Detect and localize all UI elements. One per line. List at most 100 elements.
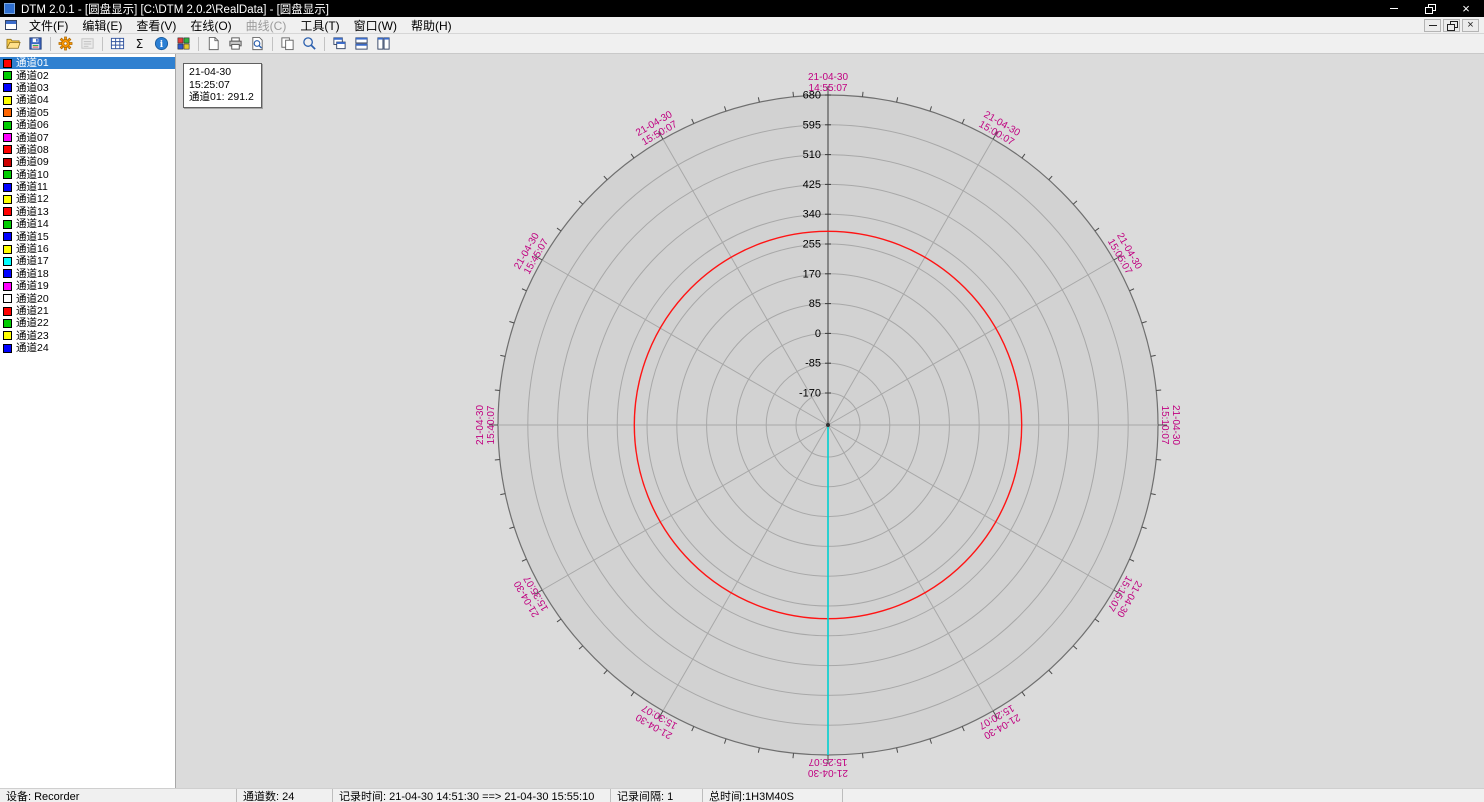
restore-button[interactable] xyxy=(1412,0,1448,17)
channel-item-22[interactable]: 通道22 xyxy=(0,317,175,329)
channel-item-10[interactable]: 通道10 xyxy=(0,169,175,181)
svg-text:425: 425 xyxy=(803,179,821,191)
svg-text:21-04-3014:55:07: 21-04-3014:55:07 xyxy=(808,72,848,94)
palette-icon[interactable] xyxy=(173,35,194,53)
svg-text:340: 340 xyxy=(803,209,821,221)
tile-horizontal-icon[interactable] xyxy=(351,35,372,53)
channel-item-4[interactable]: 通道04 xyxy=(0,94,175,106)
status-bar: 设备: Recorder 通道数: 24 记录时间: 21-04-30 14:5… xyxy=(0,788,1484,802)
channel-item-2[interactable]: 通道02 xyxy=(0,69,175,81)
zoom-icon[interactable] xyxy=(299,35,320,53)
export-data-icon[interactable] xyxy=(25,35,46,53)
svg-text:21-04-3015:25:07: 21-04-3015:25:07 xyxy=(808,756,848,778)
channel-color-swatch xyxy=(3,83,12,92)
window-title: DTM 2.0.1 - [圆盘显示] [C:\DTM 2.0.2\RealDat… xyxy=(21,1,329,17)
mdi-minimize-button[interactable] xyxy=(1424,19,1441,32)
channel-label: 通道06 xyxy=(16,119,49,131)
menu-file[interactable]: 文件(F) xyxy=(22,16,75,35)
sigma-icon[interactable]: Σ xyxy=(129,35,150,53)
status-record-interval: 记录间隔: 1 xyxy=(611,789,703,802)
channel-item-8[interactable]: 通道08 xyxy=(0,144,175,156)
channel-item-1[interactable]: 通道01 xyxy=(0,57,175,69)
channel-item-15[interactable]: 通道15 xyxy=(0,230,175,242)
menu-edit[interactable]: 编辑(E) xyxy=(75,16,129,35)
mdi-restore-button[interactable] xyxy=(1443,19,1460,32)
disk-chart[interactable]: 680595510425340255170850-85-17021-04-301… xyxy=(176,54,1484,788)
svg-text:85: 85 xyxy=(809,298,821,310)
minimize-button[interactable] xyxy=(1376,0,1412,17)
channel-item-19[interactable]: 通道19 xyxy=(0,280,175,292)
channel-label: 通道01 xyxy=(16,57,49,69)
minimize-icon xyxy=(1390,8,1398,9)
new-page-icon[interactable] xyxy=(203,35,224,53)
channel-item-21[interactable]: 通道21 xyxy=(0,305,175,317)
channel-item-20[interactable]: 通道20 xyxy=(0,292,175,304)
svg-text:21-04-3015:40:07: 21-04-3015:40:07 xyxy=(475,405,497,445)
channel-color-swatch xyxy=(3,245,12,254)
channel-label: 通道18 xyxy=(16,268,49,280)
channel-item-24[interactable]: 通道24 xyxy=(0,342,175,354)
channel-label: 通道07 xyxy=(16,132,49,144)
mdi-close-button[interactable]: × xyxy=(1462,19,1479,32)
channel-color-swatch xyxy=(3,96,12,105)
channel-label: 通道19 xyxy=(16,280,49,292)
menu-window[interactable]: 窗口(W) xyxy=(347,16,404,35)
status-device: 设备: Recorder xyxy=(0,789,237,802)
mdi-child-window-icon xyxy=(5,20,17,30)
channel-color-swatch xyxy=(3,207,12,216)
status-total-time: 总时间:1H3M40S xyxy=(703,789,843,802)
channel-color-swatch xyxy=(3,331,12,340)
menu-tools[interactable]: 工具(T) xyxy=(293,16,346,35)
restore-icon xyxy=(1447,21,1457,30)
svg-text:510: 510 xyxy=(803,149,821,161)
channel-label: 通道03 xyxy=(16,82,49,94)
channel-color-swatch xyxy=(3,170,12,179)
channel-list: 通道01通道02通道03通道04通道05通道06通道07通道08通道09通道10… xyxy=(0,54,176,788)
channel-color-swatch xyxy=(3,158,12,167)
menu-online[interactable]: 在线(O) xyxy=(183,16,238,35)
copy-icon[interactable] xyxy=(277,35,298,53)
print-icon[interactable] xyxy=(225,35,246,53)
cascade-windows-icon[interactable] xyxy=(329,35,350,53)
channel-item-14[interactable]: 通道14 xyxy=(0,218,175,230)
channel-item-7[interactable]: 通道07 xyxy=(0,131,175,143)
channel-config-icon xyxy=(77,35,98,53)
toolbar: Σi xyxy=(0,34,1484,54)
channel-label: 通道09 xyxy=(16,156,49,168)
channel-item-17[interactable]: 通道17 xyxy=(0,255,175,267)
toolbar-separator xyxy=(272,37,273,51)
table-icon[interactable] xyxy=(107,35,128,53)
channel-color-swatch xyxy=(3,71,12,80)
channel-item-12[interactable]: 通道12 xyxy=(0,193,175,205)
channel-label: 通道12 xyxy=(16,193,49,205)
svg-text:Σ: Σ xyxy=(136,37,144,51)
channel-item-13[interactable]: 通道13 xyxy=(0,206,175,218)
channel-item-3[interactable]: 通道03 xyxy=(0,82,175,94)
menu-view[interactable]: 查看(V) xyxy=(129,16,183,35)
menu-help[interactable]: 帮助(H) xyxy=(404,16,459,35)
channel-item-5[interactable]: 通道05 xyxy=(0,107,175,119)
open-folder-icon[interactable] xyxy=(3,35,24,53)
print-preview-icon[interactable] xyxy=(247,35,268,53)
settings-gear-icon[interactable] xyxy=(55,35,76,53)
channel-item-16[interactable]: 通道16 xyxy=(0,243,175,255)
channel-color-swatch xyxy=(3,145,12,154)
channel-color-swatch xyxy=(3,269,12,278)
channel-item-6[interactable]: 通道06 xyxy=(0,119,175,131)
channel-label: 通道14 xyxy=(16,218,49,230)
tile-vertical-icon[interactable] xyxy=(373,35,394,53)
channel-item-23[interactable]: 通道23 xyxy=(0,330,175,342)
channel-item-11[interactable]: 通道11 xyxy=(0,181,175,193)
close-button[interactable]: × xyxy=(1448,0,1484,17)
channel-label: 通道20 xyxy=(16,293,49,305)
svg-text:255: 255 xyxy=(803,239,821,251)
info-icon[interactable]: i xyxy=(151,35,172,53)
channel-label: 通道15 xyxy=(16,231,49,243)
channel-item-9[interactable]: 通道09 xyxy=(0,156,175,168)
channel-label: 通道23 xyxy=(16,330,49,342)
disk-chart-panel[interactable]: 680595510425340255170850-85-17021-04-301… xyxy=(176,54,1484,788)
channel-item-18[interactable]: 通道18 xyxy=(0,268,175,280)
menu-items: 文件(F)编辑(E)查看(V)在线(O)曲线(C)工具(T)窗口(W)帮助(H) xyxy=(22,16,459,35)
channel-label: 通道04 xyxy=(16,94,49,106)
menu-bar: 文件(F)编辑(E)查看(V)在线(O)曲线(C)工具(T)窗口(W)帮助(H)… xyxy=(0,17,1484,34)
